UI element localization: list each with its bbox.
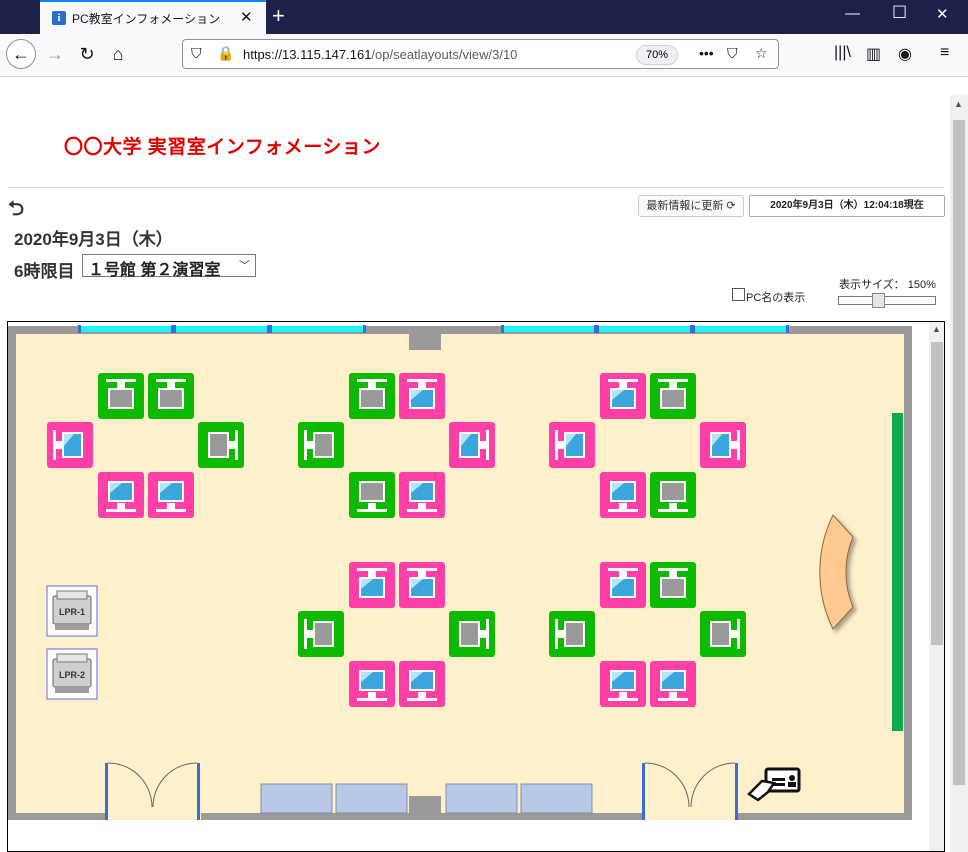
pc-seat-occupied[interactable] <box>148 472 194 518</box>
pocket-icon[interactable]: ⛉ <box>727 45 738 62</box>
pillar <box>409 796 441 813</box>
pc-seat-available[interactable] <box>98 373 144 419</box>
pc-seat-occupied[interactable] <box>98 472 144 518</box>
menu-hamburger-icon[interactable]: ≡ <box>940 44 949 62</box>
page-scrollbar-thumb[interactable] <box>953 120 965 785</box>
reload-icon[interactable]: ↻ <box>72 39 102 69</box>
pc-seat-occupied[interactable] <box>600 373 646 419</box>
period-label: 6時限目 <box>14 262 75 281</box>
zoom-indicator[interactable]: 70% <box>636 45 678 65</box>
pc-seat-occupied[interactable] <box>399 661 445 707</box>
window <box>80 326 171 332</box>
pc-seat-available[interactable] <box>650 472 696 518</box>
whiteboard <box>892 413 903 731</box>
page-scrollbar[interactable]: ▲ <box>950 95 968 852</box>
window <box>695 326 786 332</box>
pc-seat-occupied[interactable] <box>349 661 395 707</box>
bookmark-star-icon[interactable]: ☆ <box>755 45 768 62</box>
pc-seat-occupied[interactable] <box>47 422 93 468</box>
display-size-label: 表示サイズ： 150% <box>839 279 936 291</box>
scroll-up-icon[interactable]: ▲ <box>932 324 941 334</box>
pc-seat-available[interactable] <box>349 472 395 518</box>
close-tab-icon[interactable]: ✕ <box>240 8 253 26</box>
display-size-slider[interactable] <box>838 296 936 305</box>
pc-seat-available[interactable] <box>148 373 194 419</box>
pc-seat-occupied[interactable] <box>399 562 445 608</box>
counter <box>520 783 593 814</box>
printer-label: LPR-2 <box>59 670 85 680</box>
refresh-icon: ⟳ <box>726 200 736 212</box>
seat-map-scrollbar-thumb[interactable] <box>931 342 943 645</box>
date-heading: 2020年9月3日（木） <box>14 230 173 249</box>
seat-map-scrollbar[interactable]: ▲ <box>929 322 944 851</box>
refresh-button[interactable]: 最新情報に更新 ⟳ <box>638 195 744 217</box>
tab-active[interactable]: i PC教室インフォメーション ✕ <box>40 0 266 34</box>
display-size-slider-handle[interactable] <box>872 293 885 308</box>
window <box>503 326 594 332</box>
window <box>599 326 690 332</box>
window <box>176 326 267 332</box>
counter <box>260 783 333 814</box>
back-arrow-icon[interactable]: ← <box>6 39 36 69</box>
window <box>272 326 363 332</box>
pc-name-checkbox[interactable] <box>732 288 745 301</box>
maximize-icon[interactable]: ☐ <box>892 3 907 23</box>
header-divider <box>8 187 944 188</box>
pc-seat-occupied[interactable] <box>399 472 445 518</box>
counter <box>445 783 518 814</box>
info-favicon-icon: i <box>52 11 66 25</box>
url-text: https://13.115.147.161/op/seatlayouts/vi… <box>243 47 518 62</box>
printer[interactable]: LPR-1 <box>46 585 98 637</box>
new-tab-icon[interactable]: + <box>272 3 285 29</box>
counter <box>335 783 408 814</box>
url-bar[interactable]: ⛉ 🔒 https://13.115.147.161/op/seatlayout… <box>182 39 779 69</box>
pc-seat-available[interactable] <box>349 373 395 419</box>
window-close-icon[interactable]: ✕ <box>936 5 949 23</box>
tab-title: PC教室インフォメーション <box>72 12 221 26</box>
page-content: 〇〇大学 実習室インフォメーション ⮌ 最新情報に更新 ⟳ 2020年9月3日（… <box>0 77 950 852</box>
pc-seat-occupied[interactable] <box>700 422 746 468</box>
minimize-icon[interactable]: — <box>845 5 860 22</box>
home-icon[interactable]: ⌂ <box>103 39 133 69</box>
seat-map: LPR-1 LPR-2 ▲ <box>7 321 945 852</box>
tracking-shield-icon[interactable]: ⛉ <box>191 45 202 62</box>
display-size-value: 150% <box>907 279 936 291</box>
site-title: 〇〇大学 実習室インフォメーション <box>64 137 381 158</box>
pc-seat-available[interactable] <box>298 611 344 657</box>
pc-seat-occupied[interactable] <box>600 562 646 608</box>
pc-seat-available[interactable] <box>650 562 696 608</box>
pc-seat-occupied[interactable] <box>549 422 595 468</box>
pc-seat-occupied[interactable] <box>600 472 646 518</box>
tab-strip: i PC教室インフォメーション ✕ + — ☐ ✕ <box>0 0 968 34</box>
nav-toolbar: ← → ↻ ⌂ ⛉ 🔒 https://13.115.147.161/op/se… <box>0 34 968 77</box>
pc-seat-occupied[interactable] <box>399 373 445 419</box>
more-actions-icon[interactable]: ••• <box>699 45 714 61</box>
pc-seat-available[interactable] <box>198 422 244 468</box>
pc-seat-available[interactable] <box>650 373 696 419</box>
pc-seat-occupied[interactable] <box>600 661 646 707</box>
pc-seat-available[interactable] <box>298 422 344 468</box>
printer[interactable]: LPR-2 <box>46 648 98 700</box>
room-select-value: １号館 第２演習室 <box>88 262 221 279</box>
printer-label: LPR-1 <box>59 607 85 617</box>
pc-seat-occupied[interactable] <box>349 562 395 608</box>
forward-arrow-icon[interactable]: → <box>40 39 70 69</box>
lock-warning-icon[interactable]: 🔒 <box>217 45 234 62</box>
return-back-icon[interactable]: ⮌ <box>8 194 24 228</box>
pc-seat-occupied[interactable] <box>449 422 495 468</box>
chevron-down-icon: ﹀ <box>239 260 250 272</box>
library-icon[interactable]: |||\ <box>834 44 851 62</box>
scroll-up-icon[interactable]: ▲ <box>954 99 963 109</box>
pc-seat-occupied[interactable] <box>650 661 696 707</box>
room-select[interactable]: １号館 第２演習室 ﹀ <box>82 254 256 279</box>
timestamp-box: 2020年9月3日（木）12:04:18現在 <box>749 195 945 217</box>
seat-map-canvas: LPR-1 LPR-2 <box>8 325 912 820</box>
account-icon[interactable]: ◉ <box>898 44 912 64</box>
pc-name-label: PC名の表示 <box>746 292 806 304</box>
pillar <box>409 332 441 350</box>
pc-seat-available[interactable] <box>700 611 746 657</box>
pc-seat-available[interactable] <box>449 611 495 657</box>
sidebar-icon[interactable]: ▥ <box>866 44 881 64</box>
pc-seat-available[interactable] <box>549 611 595 657</box>
